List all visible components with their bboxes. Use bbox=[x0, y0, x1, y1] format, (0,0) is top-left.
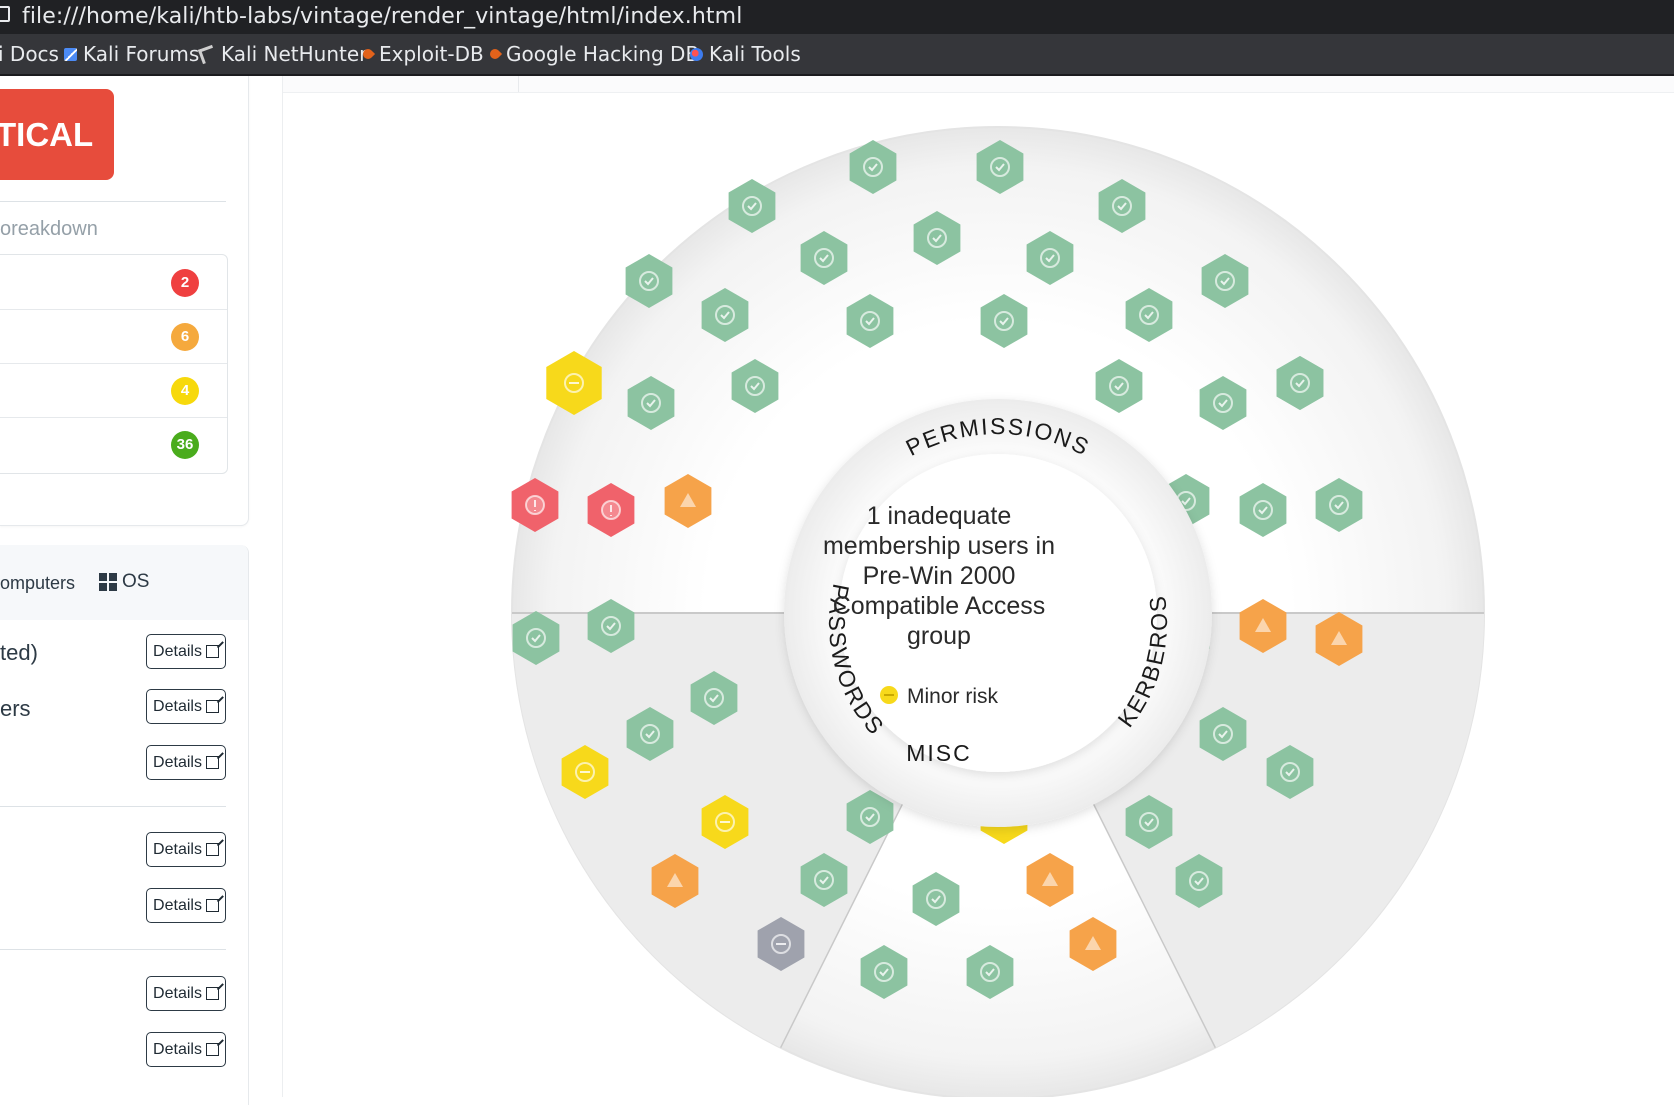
tab-os-label: OS bbox=[122, 571, 150, 592]
address-bar[interactable]: file:///home/kali/htb-labs/vintage/rende… bbox=[0, 0, 1674, 34]
kali-forums-icon bbox=[64, 47, 77, 61]
external-link-icon bbox=[205, 899, 219, 912]
bookmark-label: Kali Forums bbox=[83, 42, 200, 66]
details-button[interactable]: Details bbox=[146, 1032, 226, 1067]
details-button-label: Details bbox=[153, 642, 202, 660]
finding-row-label: ers bbox=[0, 696, 31, 721]
breakdown-row-high[interactable]: 6 bbox=[0, 309, 227, 364]
bookmark-kali-docs[interactable]: i Docs bbox=[0, 42, 59, 66]
count-badge-medium: 4 bbox=[171, 377, 199, 405]
details-button[interactable]: Details bbox=[146, 832, 226, 867]
details-button-label: Details bbox=[153, 697, 202, 715]
category-label-misc[interactable]: MISC bbox=[906, 740, 972, 766]
tab-computers[interactable]: omputers bbox=[0, 573, 75, 594]
ghdb-icon bbox=[487, 46, 503, 62]
external-link-icon bbox=[205, 987, 219, 1000]
breakdown-title: oreakdown bbox=[0, 218, 98, 240]
external-link-icon bbox=[205, 843, 219, 856]
nethunter-icon bbox=[197, 44, 218, 64]
findings-card bbox=[0, 545, 249, 1105]
count-badge-critical: 2 bbox=[171, 269, 199, 297]
exploit-db-icon bbox=[360, 46, 376, 62]
center-line: group bbox=[907, 622, 971, 650]
external-link-icon bbox=[205, 756, 219, 769]
center-line: 1 inadequate bbox=[867, 502, 1012, 530]
external-link-icon bbox=[205, 645, 219, 658]
bookmark-kali-nethunter[interactable]: Kali NetHunter bbox=[197, 42, 368, 66]
center-line: membership users in bbox=[823, 532, 1055, 560]
details-button-label: Details bbox=[153, 984, 202, 1002]
bookmark-label: Exploit-DB bbox=[379, 42, 484, 66]
details-button-label: Details bbox=[153, 1040, 202, 1058]
kali-tools-icon bbox=[690, 47, 703, 61]
breakdown-row-critical[interactable]: 2 bbox=[0, 255, 227, 310]
minor-risk-icon-dash bbox=[884, 694, 894, 696]
risk-radar-chart: PERMISSIONS PASSWORDS KERBEROS MISC 1 in… bbox=[511, 126, 1485, 1097]
finding-row-label: ted) bbox=[0, 640, 38, 665]
breakdown-list: 2 6 4 36 bbox=[0, 254, 228, 474]
details-button[interactable]: Details bbox=[146, 634, 226, 669]
risk-level-badge: TICAL bbox=[0, 89, 114, 180]
details-button-label: Details bbox=[153, 840, 202, 858]
bookmark-kali-tools[interactable]: Kali Tools bbox=[690, 42, 801, 66]
bookmark-label: Google Hacking DB bbox=[506, 42, 700, 66]
details-button-label: Details bbox=[153, 753, 202, 771]
details-button[interactable]: Details bbox=[146, 745, 226, 780]
count-badge-low: 36 bbox=[171, 431, 199, 459]
bookmark-label: i Docs bbox=[0, 42, 59, 66]
windows-icon bbox=[99, 573, 117, 591]
breakdown-row-low[interactable]: 36 bbox=[0, 417, 227, 471]
count-badge-high: 6 bbox=[171, 323, 199, 351]
divider bbox=[0, 201, 226, 202]
divider bbox=[0, 806, 226, 807]
bookmark-kali-forums[interactable]: Kali Forums bbox=[64, 42, 199, 66]
bookmark-exploit-db[interactable]: Exploit-DB bbox=[360, 42, 484, 66]
details-button[interactable]: Details bbox=[146, 976, 226, 1011]
main-top-inner bbox=[292, 76, 519, 92]
center-line: Compatible Access bbox=[833, 592, 1046, 620]
url-text[interactable]: file:///home/kali/htb-labs/vintage/rende… bbox=[22, 4, 742, 29]
divider bbox=[0, 949, 226, 950]
bookmark-label: Kali Tools bbox=[709, 42, 801, 66]
tab-os[interactable]: OS bbox=[99, 571, 149, 593]
external-link-icon bbox=[205, 700, 219, 713]
external-link-icon bbox=[205, 1043, 219, 1056]
bookmarks-bar: i Docs Kali Forums Kali NetHunter Exploi… bbox=[0, 34, 1674, 76]
breakdown-row-medium[interactable]: 4 bbox=[0, 363, 227, 418]
bookmark-google-hacking-db[interactable]: Google Hacking DB bbox=[487, 42, 700, 66]
center-legend: Minor risk bbox=[907, 685, 999, 708]
details-button[interactable]: Details bbox=[146, 888, 226, 923]
details-button-label: Details bbox=[153, 896, 202, 914]
page-icon bbox=[0, 6, 10, 22]
bookmark-label: Kali NetHunter bbox=[221, 42, 368, 66]
details-button[interactable]: Details bbox=[146, 689, 226, 724]
center-line: Pre-Win 2000 bbox=[863, 562, 1016, 590]
